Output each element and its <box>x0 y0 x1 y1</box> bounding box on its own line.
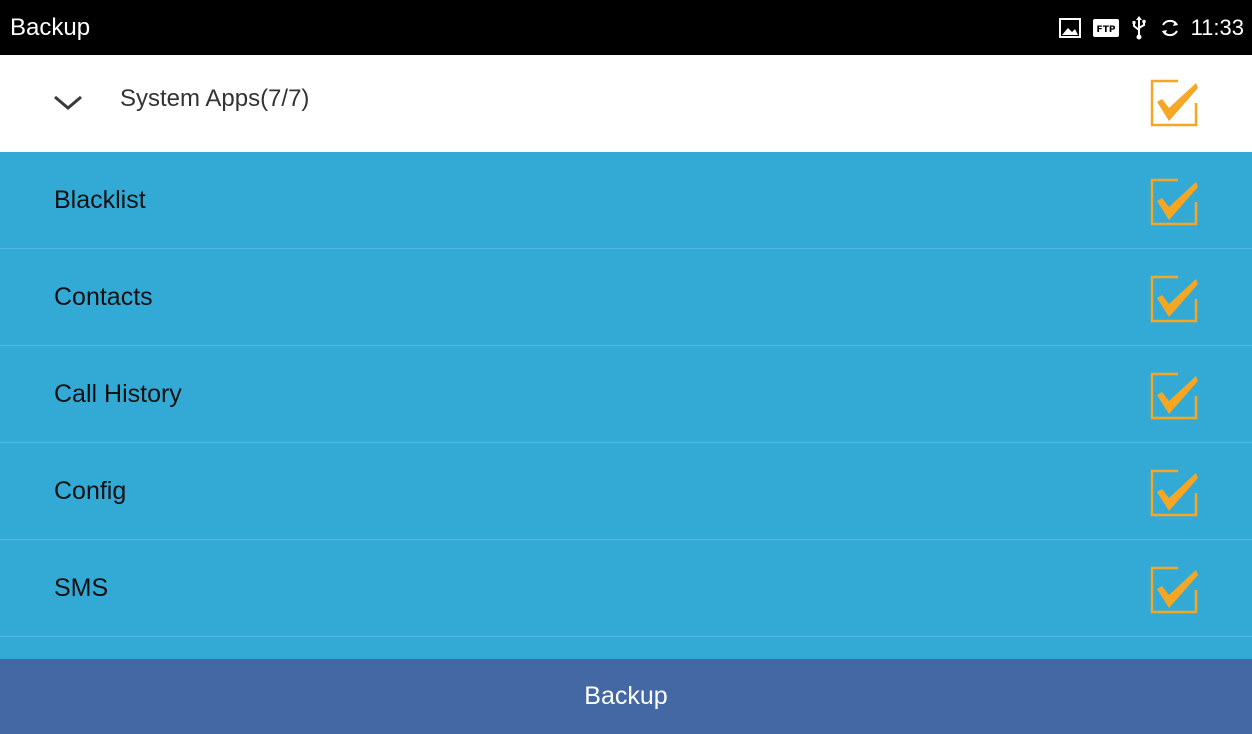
list-item-contacts[interactable]: Contacts <box>0 249 1252 346</box>
status-bar: Backup FTP 11:33 <box>0 0 1252 55</box>
status-time: 11:33 <box>1190 14 1244 40</box>
app-list: Blacklist Contacts Call History Config S… <box>0 152 1252 659</box>
checkbox-checked[interactable] <box>1148 564 1200 616</box>
checkbox-checked[interactable] <box>1148 273 1200 325</box>
picture-icon <box>1058 17 1081 38</box>
sync-icon <box>1159 17 1181 39</box>
ftp-icon: FTP <box>1092 18 1119 37</box>
list-item-call-history[interactable]: Call History <box>0 346 1252 443</box>
backup-button-label: Backup <box>584 682 668 710</box>
checkbox-checked[interactable] <box>1148 370 1200 422</box>
status-bar-title: Backup <box>10 13 91 41</box>
list-item-label: Contacts <box>54 283 153 311</box>
list-item-label: Call History <box>54 380 182 408</box>
ftp-icon-text: FTP <box>1096 25 1115 35</box>
chevron-down-icon[interactable] <box>52 93 84 113</box>
list-item-label: Blacklist <box>54 186 146 214</box>
list-item-config[interactable]: Config <box>0 443 1252 540</box>
backup-button[interactable]: Backup <box>0 659 1252 734</box>
list-item-label: Config <box>54 477 127 505</box>
list-item-sms[interactable]: SMS <box>0 540 1252 637</box>
checkbox-checked[interactable] <box>1148 176 1200 228</box>
status-icons: FTP 11:33 <box>1058 14 1244 41</box>
list-item-blacklist[interactable]: Blacklist <box>0 152 1252 249</box>
checkbox-checked[interactable] <box>1148 467 1200 519</box>
usb-icon <box>1131 15 1147 40</box>
backup-screen: Backup FTP 11:33 System Apps(7/7) Blackl… <box>0 0 1252 734</box>
group-title: System Apps(7/7) <box>120 85 310 112</box>
system-apps-group-header[interactable]: System Apps(7/7) <box>0 55 1252 152</box>
group-checkbox[interactable] <box>1148 77 1200 129</box>
list-item-label: SMS <box>54 574 109 602</box>
